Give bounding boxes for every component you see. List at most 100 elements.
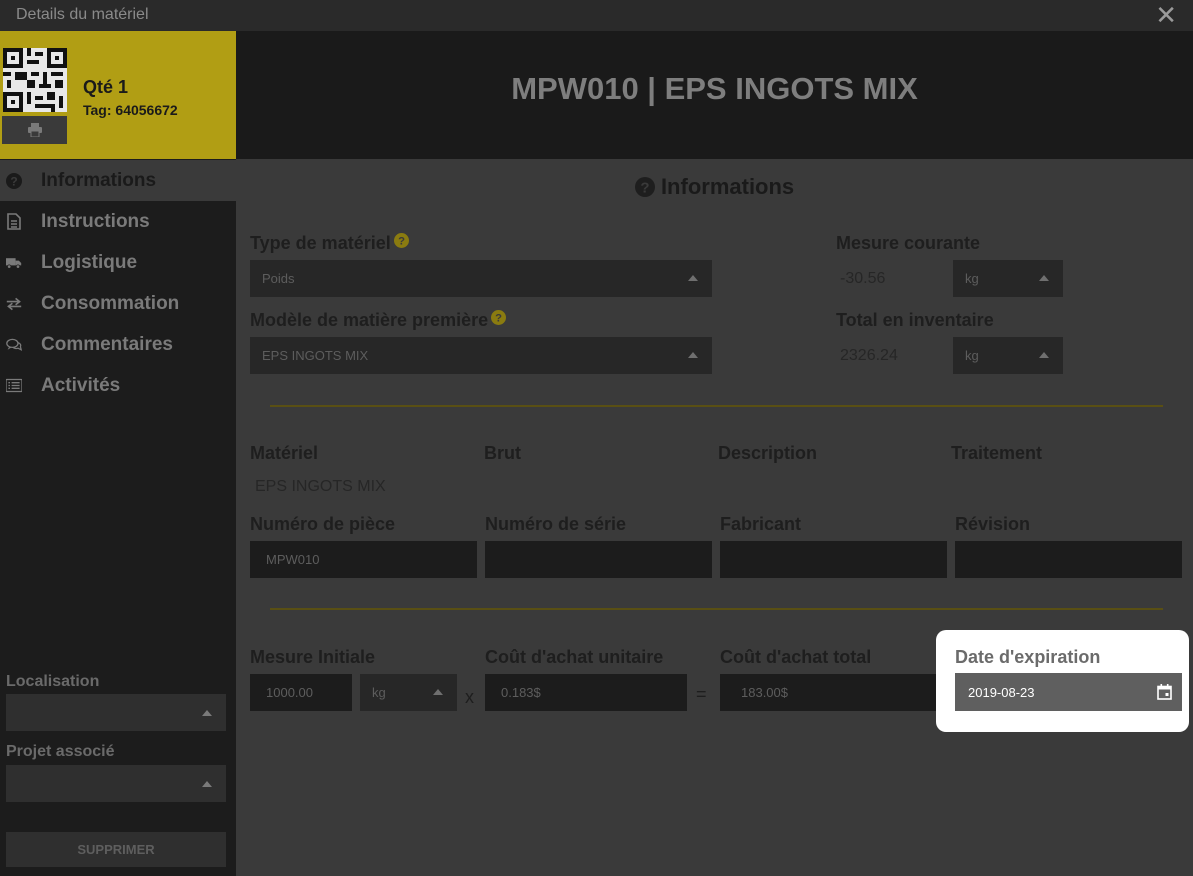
caret-up-icon xyxy=(433,689,443,695)
qr-code-icon xyxy=(3,48,67,112)
question-circle-icon: ? xyxy=(634,177,655,197)
title-bar: Details du matériel ✕ xyxy=(0,0,1193,31)
section-title-text: Informations xyxy=(660,174,795,199)
truck-icon xyxy=(6,256,22,270)
help-icon[interactable]: ? xyxy=(393,233,409,248)
sidebar-item-activites[interactable]: Activités xyxy=(0,365,236,406)
page-header: MPW010 | EPS INGOTS MIX xyxy=(236,31,1193,159)
help-icon[interactable]: ? xyxy=(491,310,507,325)
caret-up-icon xyxy=(688,275,698,281)
exchange-arrows-icon xyxy=(6,297,22,311)
section-title: ? Informations xyxy=(236,174,1193,200)
caret-up-icon xyxy=(688,352,698,358)
caret-up-icon xyxy=(1039,275,1049,281)
initial-measure-value: 1000.00 xyxy=(266,685,313,700)
material-label: Matériel xyxy=(250,443,319,463)
inventory-total-label: Total en inventaire xyxy=(836,310,994,330)
material-type-label-text: Type de matériel xyxy=(250,233,391,253)
raw-model-value: EPS INGOTS MIX xyxy=(262,348,369,363)
quantity-label: Qté 1 xyxy=(83,77,129,97)
divider xyxy=(270,405,1163,407)
sidebar-item-label: Instructions xyxy=(41,210,150,232)
tag-number: Tag: 64056672 xyxy=(83,102,178,118)
sidebar-item-label: Informations xyxy=(41,169,157,191)
part-number-label: Numéro de pièce xyxy=(250,514,396,534)
unit-cost-label: Coût d'achat unitaire xyxy=(485,647,664,667)
sidebar-item-label: Consommation xyxy=(41,292,180,314)
description-label: Description xyxy=(718,443,818,463)
expiry-label: Date d'expiration xyxy=(955,647,1101,667)
equals-symbol: = xyxy=(696,684,707,704)
revision-label: Révision xyxy=(955,514,1031,534)
sidebar-item-logistique[interactable]: Logistique xyxy=(0,242,236,283)
caret-up-icon xyxy=(202,710,212,716)
total-cost-value: 183.00$ xyxy=(741,685,788,700)
raw-label: Brut xyxy=(484,443,521,463)
raw-model-label-text: Modèle de matière première xyxy=(250,310,489,330)
initial-measure-label: Mesure Initiale xyxy=(250,647,376,667)
location-label: Localisation xyxy=(6,673,100,690)
sidebar-item-informations[interactable]: ? Informations xyxy=(0,160,236,201)
inventory-total-value: 2326.24 xyxy=(840,347,898,364)
sidebar-item-instructions[interactable]: Instructions xyxy=(0,201,236,242)
current-measure-unit-select[interactable]: kg xyxy=(953,260,1063,297)
raw-model-select[interactable]: EPS INGOTS MIX xyxy=(250,337,712,374)
document-icon xyxy=(6,213,22,230)
svg-text:?: ? xyxy=(640,180,649,197)
caret-up-icon xyxy=(202,781,212,787)
manufacturer-label: Fabricant xyxy=(720,514,802,534)
tag-card: Qté 1 Tag: 64056672 xyxy=(0,31,236,159)
comments-icon xyxy=(6,337,22,353)
list-icon xyxy=(6,378,22,393)
current-measure-label: Mesure courante xyxy=(836,233,981,253)
project-select[interactable] xyxy=(6,765,226,802)
expiry-date-value: 2019-08-23 xyxy=(968,685,1035,700)
unit-cost-value: 0.183$ xyxy=(501,685,541,700)
revision-input[interactable] xyxy=(955,541,1182,578)
question-circle-icon: ? xyxy=(6,172,22,189)
sidebar-item-label: Logistique xyxy=(41,251,138,273)
treatment-label: Traitement xyxy=(951,443,1043,463)
inventory-total-unit-select[interactable]: kg xyxy=(953,337,1063,374)
calendar-icon[interactable] xyxy=(1157,684,1172,700)
window-title: Details du matériel xyxy=(16,6,149,23)
raw-model-label: Modèle de matière première? xyxy=(250,310,507,331)
unit-cost-input[interactable]: 0.183$ xyxy=(485,674,687,711)
caret-up-icon xyxy=(1039,352,1049,358)
expiry-date-input[interactable]: 2019-08-23 xyxy=(955,673,1182,711)
inventory-total-unit: kg xyxy=(965,348,979,363)
material-type-select[interactable]: Poids xyxy=(250,260,712,297)
location-select[interactable] xyxy=(6,694,226,731)
material-type-value: Poids xyxy=(262,271,295,286)
svg-text:?: ? xyxy=(398,236,405,248)
page-title: MPW010 | EPS INGOTS MIX xyxy=(511,71,918,106)
initial-measure-unit: kg xyxy=(372,685,386,700)
svg-text:?: ? xyxy=(10,174,17,188)
sidebar-item-consommation[interactable]: Consommation xyxy=(0,283,236,324)
material-value: EPS INGOTS MIX xyxy=(255,478,386,495)
initial-measure-input[interactable]: 1000.00 xyxy=(250,674,352,711)
project-label: Projet associé xyxy=(6,743,115,760)
current-measure-value: -30.56 xyxy=(840,270,886,287)
svg-text:?: ? xyxy=(495,313,502,325)
current-measure-unit: kg xyxy=(965,271,979,286)
serial-input[interactable] xyxy=(485,541,712,578)
multiply-symbol: x xyxy=(465,687,474,707)
material-type-label: Type de matériel? xyxy=(250,233,409,254)
total-cost-input[interactable]: 183.00$ xyxy=(720,674,947,711)
serial-label: Numéro de série xyxy=(485,514,627,534)
printer-icon xyxy=(27,123,42,137)
sidebar-item-commentaires[interactable]: Commentaires xyxy=(0,324,236,365)
manufacturer-input[interactable] xyxy=(720,541,947,578)
part-number-input[interactable]: MPW010 xyxy=(250,541,477,578)
close-icon[interactable]: ✕ xyxy=(1155,0,1177,30)
delete-button[interactable]: SUPPRIMER xyxy=(6,832,226,867)
sidebar-item-label: Activités xyxy=(41,374,121,396)
total-cost-label: Coût d'achat total xyxy=(720,647,872,667)
expiry-highlight: Date d'expiration 2019-08-23 xyxy=(936,630,1189,732)
part-number-value: MPW010 xyxy=(266,552,320,567)
sidebar-item-label: Commentaires xyxy=(41,333,173,355)
print-button[interactable] xyxy=(2,116,67,144)
initial-measure-unit-select[interactable]: kg xyxy=(360,674,457,711)
divider xyxy=(270,608,1163,610)
